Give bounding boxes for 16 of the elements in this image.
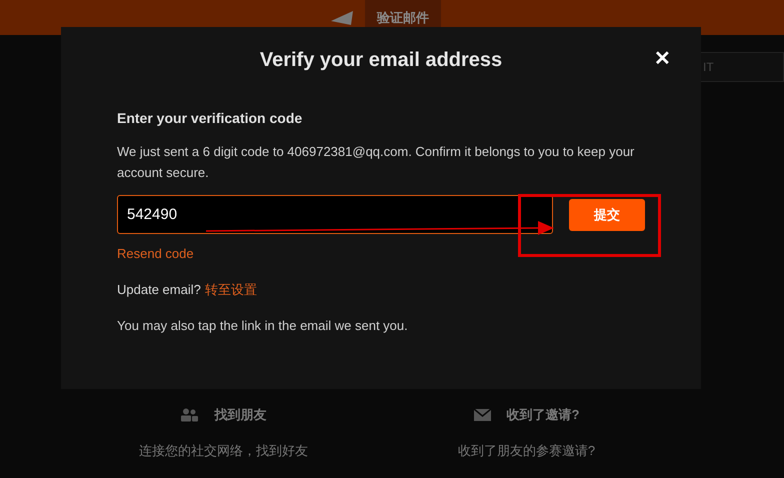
feature-description: 收到了朋友的参赛邀请?	[458, 442, 596, 460]
modal-title: Verify your email address	[260, 48, 502, 73]
update-email-label: Update email?	[117, 280, 201, 299]
code-message: We just sent a 6 digit code to 406972381@qq.com. Confirm it belongs to you to keep your account secure.	[117, 143, 636, 182]
submit-button[interactable]: 提交	[569, 198, 645, 230]
feature-title: 找到朋友	[214, 406, 266, 424]
settings-link[interactable]: 转至设置	[204, 280, 257, 299]
section-heading: Enter your verification code	[117, 109, 304, 128]
resend-code-link[interactable]: Resend code	[117, 244, 194, 264]
code-input[interactable]: 542490	[117, 195, 553, 234]
logo-icon	[331, 10, 353, 24]
feature-title: 收到了邀请?	[506, 406, 580, 424]
feature-description: 连接您的社交网络，找到好友	[138, 442, 308, 460]
people-icon	[180, 408, 198, 422]
link-note: You may also tap the link in the email we sent you.	[117, 317, 409, 335]
envelope-icon	[474, 408, 491, 421]
